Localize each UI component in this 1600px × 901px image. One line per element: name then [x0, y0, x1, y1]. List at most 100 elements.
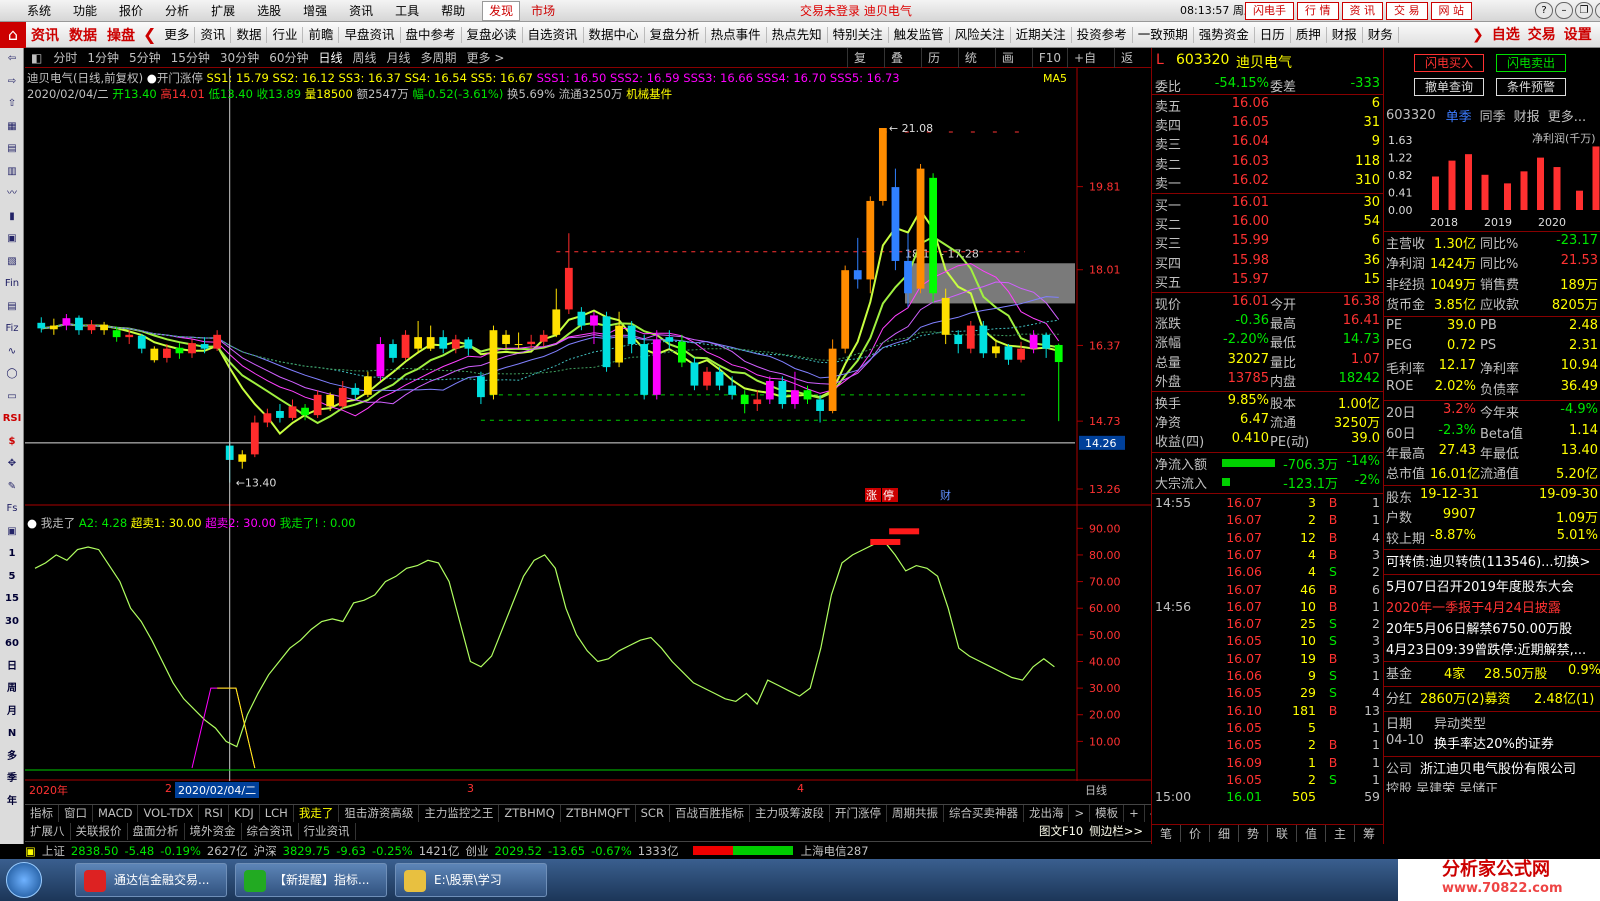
- period-tab[interactable]: 月线: [382, 48, 416, 68]
- nav-item[interactable]: 日历: [1255, 26, 1291, 43]
- toolbar-icon[interactable]: ▣: [0, 521, 24, 544]
- finance-tab[interactable]: 更多...: [1548, 106, 1586, 125]
- news-item[interactable]: 5月07日召开2019年度股东大会: [1386, 576, 1600, 597]
- toolbar-icon[interactable]: 季: [0, 768, 24, 791]
- nav-item[interactable]: 特别关注: [828, 26, 889, 43]
- help-icon[interactable]: ?: [1535, 2, 1553, 19]
- toolbar-icon[interactable]: ▤: [0, 296, 24, 319]
- candle[interactable]: [878, 128, 887, 206]
- toolbar-icon[interactable]: ◯: [0, 363, 24, 386]
- nav-item[interactable]: 复盘必读: [462, 26, 523, 43]
- quick-button[interactable]: 网 站: [1430, 2, 1472, 20]
- toolbar-icon[interactable]: ▣: [0, 228, 24, 251]
- period-tab[interactable]: 15分钟: [166, 48, 215, 68]
- nav-right-item[interactable]: 自选: [1488, 22, 1524, 48]
- toolbar-icon[interactable]: ▧: [0, 251, 24, 274]
- nav-item[interactable]: 投资参考: [1072, 26, 1133, 43]
- taskbar-app[interactable]: 通达信金融交易...: [75, 863, 227, 897]
- nav-item[interactable]: 触发监管: [889, 26, 950, 43]
- home-icon[interactable]: ⌂: [0, 21, 26, 48]
- toolbar-icon[interactable]: 60: [0, 633, 24, 656]
- trade-action-button[interactable]: 闪电卖出: [1496, 54, 1566, 72]
- toolbar-icon[interactable]: 15: [0, 588, 24, 611]
- chevron-left-icon[interactable]: ❮: [140, 25, 159, 44]
- period-tab[interactable]: 多周期: [416, 48, 462, 68]
- convertible-bond-link[interactable]: 可转债:迪贝转债(113546)...切换>: [1386, 551, 1600, 572]
- nav-item[interactable]: 热点先知: [767, 26, 828, 43]
- minimize-icon[interactable]: –: [1555, 2, 1573, 19]
- period-tab[interactable]: 分时: [48, 48, 82, 68]
- candle[interactable]: [979, 320, 988, 358]
- tick-tab[interactable]: 细: [1210, 825, 1239, 842]
- finance-tab[interactable]: 同季: [1480, 106, 1506, 125]
- candle[interactable]: [966, 320, 975, 354]
- nav-item[interactable]: 复盘分析: [645, 26, 706, 43]
- candle[interactable]: [150, 346, 159, 363]
- nav-right-item[interactable]: 交易: [1524, 22, 1560, 48]
- panel-toggle-icon[interactable]: ◧: [25, 51, 48, 65]
- indicator-tab[interactable]: 综合买卖神器: [944, 805, 1024, 822]
- finance-tab[interactable]: 单季: [1446, 106, 1472, 125]
- tick-tab[interactable]: 值: [1297, 825, 1326, 842]
- toolbar-icon[interactable]: 5: [0, 566, 24, 589]
- trade-action-button[interactable]: 闪电买入: [1414, 54, 1484, 72]
- nav-item[interactable]: 行业: [267, 26, 304, 43]
- indicator-tab[interactable]: 龙出海: [1024, 805, 1070, 822]
- toolbar-icon[interactable]: $: [0, 431, 24, 454]
- nav-item[interactable]: 盘中参考: [401, 26, 462, 43]
- toolbar-icon[interactable]: ▦: [0, 116, 24, 139]
- indicator-tab[interactable]: MACD: [93, 805, 139, 822]
- side-toggle[interactable]: 侧边栏>>: [1086, 824, 1146, 838]
- nav-item[interactable]: 数据中心: [584, 26, 645, 43]
- news-item[interactable]: 2020年一季报于4月24日披露: [1386, 597, 1600, 618]
- indicator-tab[interactable]: 模板: [1090, 805, 1125, 822]
- news-item[interactable]: 4月23日09:39曾跌停:近期解禁,...: [1386, 639, 1600, 660]
- toolbar-icon[interactable]: ✎: [0, 476, 24, 499]
- toolbar-icon[interactable]: ⇧: [0, 93, 24, 116]
- toolbar-icon[interactable]: ∿: [0, 341, 24, 364]
- indicator-tab[interactable]: 主力吸筹波段: [750, 805, 830, 822]
- period-tab[interactable]: 更多 >: [462, 48, 510, 68]
- candle[interactable]: [929, 173, 938, 303]
- finance-tab[interactable]: 财报: [1514, 106, 1540, 125]
- toolbar-icon[interactable]: ⇦: [0, 48, 24, 71]
- toolbar-icon[interactable]: 日: [0, 656, 24, 679]
- toolbar-icon[interactable]: Fin: [0, 273, 24, 296]
- nav-item[interactable]: 自选资讯: [523, 26, 584, 43]
- toolbar-icon[interactable]: Fiz: [0, 318, 24, 341]
- menu-item[interactable]: 功能: [62, 0, 108, 22]
- nav-item[interactable]: 质押: [1291, 26, 1327, 43]
- period-tab[interactable]: 日线: [313, 48, 347, 68]
- tick-tab[interactable]: 筹: [1355, 825, 1384, 842]
- indicator-tab[interactable]: 指标: [25, 805, 59, 822]
- extension-tab[interactable]: 行业资讯: [299, 822, 356, 840]
- toolbar-icon[interactable]: 〰: [0, 183, 24, 206]
- menu-item[interactable]: 增强: [292, 0, 338, 22]
- toolbar-icon[interactable]: 月: [0, 701, 24, 724]
- indicator-tab[interactable]: RSI: [199, 805, 229, 822]
- menu-item[interactable]: 帮助: [430, 0, 476, 22]
- candle[interactable]: [841, 265, 850, 354]
- menu-item[interactable]: 工具: [384, 0, 430, 22]
- indicator-tab[interactable]: KDJ: [229, 805, 260, 822]
- tick-tab[interactable]: 价: [1181, 825, 1210, 842]
- quick-button[interactable]: 交 易: [1386, 2, 1428, 20]
- period-tab[interactable]: 60分钟: [264, 48, 313, 68]
- nav-item[interactable]: 风险关注: [950, 26, 1011, 43]
- toolbar-icon[interactable]: 年: [0, 791, 24, 814]
- toolbar-icon[interactable]: Fs: [0, 498, 24, 521]
- candle[interactable]: [778, 376, 787, 409]
- indicator-tab[interactable]: 百战百胜指标: [670, 805, 750, 822]
- period-tab[interactable]: 1分钟: [82, 48, 124, 68]
- indicator-tab[interactable]: 狙击游资高级: [339, 805, 420, 822]
- extension-tab[interactable]: 境外资金: [185, 822, 242, 840]
- toolbar-icon[interactable]: 周: [0, 678, 24, 701]
- taskbar-app[interactable]: E:\股票\学习: [395, 863, 547, 897]
- indicator-tab[interactable]: 我走了: [294, 805, 340, 822]
- market-button[interactable]: 市场: [520, 0, 566, 22]
- period-tab[interactable]: 周线: [348, 48, 382, 68]
- toolbar-icon[interactable]: ▮: [0, 206, 24, 229]
- nav-item[interactable]: 前瞻: [303, 26, 340, 43]
- toolbar-icon[interactable]: 多: [0, 746, 24, 769]
- extension-tab[interactable]: 综合资讯: [242, 822, 299, 840]
